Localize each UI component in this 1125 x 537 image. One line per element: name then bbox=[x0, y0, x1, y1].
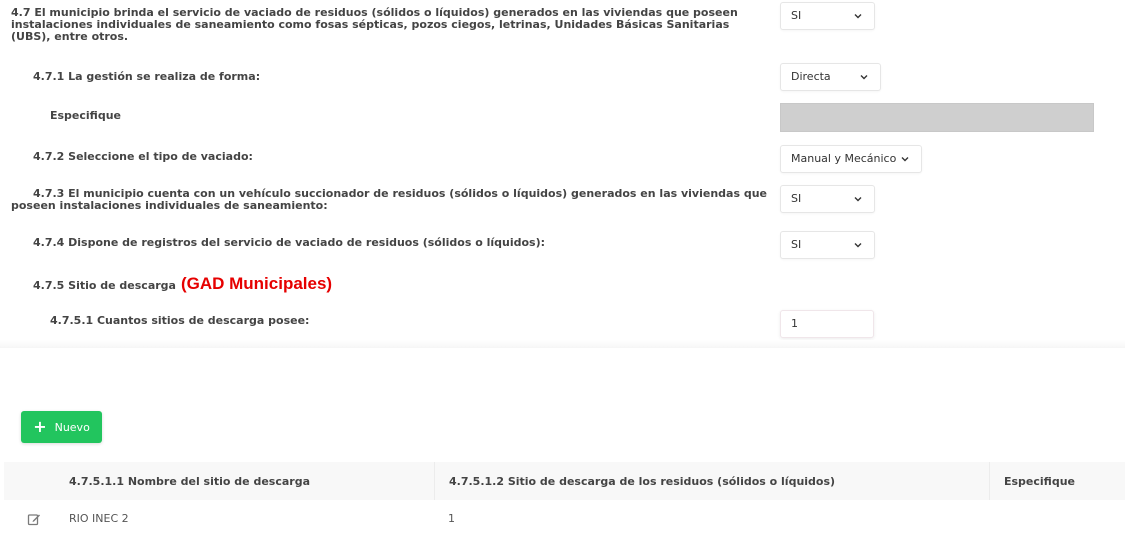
question-4-7-3-label: 4.7.3 El municipio cuenta con un vehícul… bbox=[11, 187, 768, 212]
header-especifique: Especifique bbox=[989, 462, 1125, 500]
question-4-7-value: SI bbox=[791, 9, 802, 22]
row-site-name: RIO INEC 2 bbox=[69, 512, 129, 525]
chevron-down-icon bbox=[854, 197, 862, 202]
question-4-7-2-value: Manual y Mecánico bbox=[791, 152, 897, 165]
question-4-7-1-select[interactable]: Directa bbox=[780, 63, 881, 91]
sites-count-input[interactable]: 1 bbox=[780, 310, 874, 338]
question-4-7-5-1-label: 4.7.5.1 Cuantos sitios de descarga posee… bbox=[50, 314, 310, 327]
chevron-down-icon bbox=[854, 243, 862, 248]
question-4-7-2-select[interactable]: Manual y Mecánico bbox=[780, 145, 922, 173]
question-4-7-label: 4.7 El municipio brinda el servicio de v… bbox=[11, 6, 738, 43]
section-divider bbox=[0, 340, 1125, 348]
question-4-7-4-label: 4.7.4 Dispone de registros del servicio … bbox=[33, 236, 546, 249]
question-4-7-select[interactable]: SI bbox=[780, 2, 875, 30]
plus-icon: + bbox=[33, 417, 47, 436]
header-site-name: 4.7.5.1.1 Nombre del sitio de descarga bbox=[69, 474, 311, 488]
especifique-input-disabled bbox=[780, 103, 1094, 132]
question-4-7-4-select[interactable]: SI bbox=[780, 231, 875, 259]
question-4-7-2-label: 4.7.2 Seleccione el tipo de vaciado: bbox=[33, 150, 253, 163]
table-row: RIO INEC 2 1 bbox=[4, 500, 1125, 537]
discharge-sites-table: 4.7.5.1.1 Nombre del sitio de descarga 4… bbox=[4, 462, 1125, 537]
gad-municipales-highlight: (GAD Municipales) bbox=[180, 274, 333, 293]
new-button-label: Nuevo bbox=[54, 420, 90, 434]
especifique-label: Especifique bbox=[50, 109, 122, 122]
chevron-down-icon bbox=[860, 75, 868, 80]
new-button[interactable]: + Nuevo bbox=[21, 411, 102, 443]
chevron-down-icon bbox=[854, 14, 862, 19]
row-actions-cell bbox=[4, 512, 64, 526]
question-4-7-1-label: 4.7.1 La gestión se realiza de forma: bbox=[33, 70, 261, 83]
header-discharge-site: 4.7.5.1.2 Sitio de descarga de los resid… bbox=[434, 462, 989, 500]
question-4-7-4-value: SI bbox=[791, 238, 802, 251]
edit-icon[interactable] bbox=[27, 512, 41, 526]
row-discharge-site: 1 bbox=[448, 512, 455, 525]
question-4-7-5-text: 4.7.5 Sitio de descarga bbox=[33, 279, 176, 292]
question-4-7-3-select[interactable]: SI bbox=[780, 185, 875, 213]
chevron-down-icon bbox=[901, 157, 909, 162]
table-header: 4.7.5.1.1 Nombre del sitio de descarga 4… bbox=[4, 462, 1125, 500]
question-4-7-5-label: 4.7.5 Sitio de descarga (GAD Municipales… bbox=[33, 274, 333, 293]
question-4-7-3-value: SI bbox=[791, 192, 802, 205]
question-4-7-1-value: Directa bbox=[791, 70, 831, 83]
